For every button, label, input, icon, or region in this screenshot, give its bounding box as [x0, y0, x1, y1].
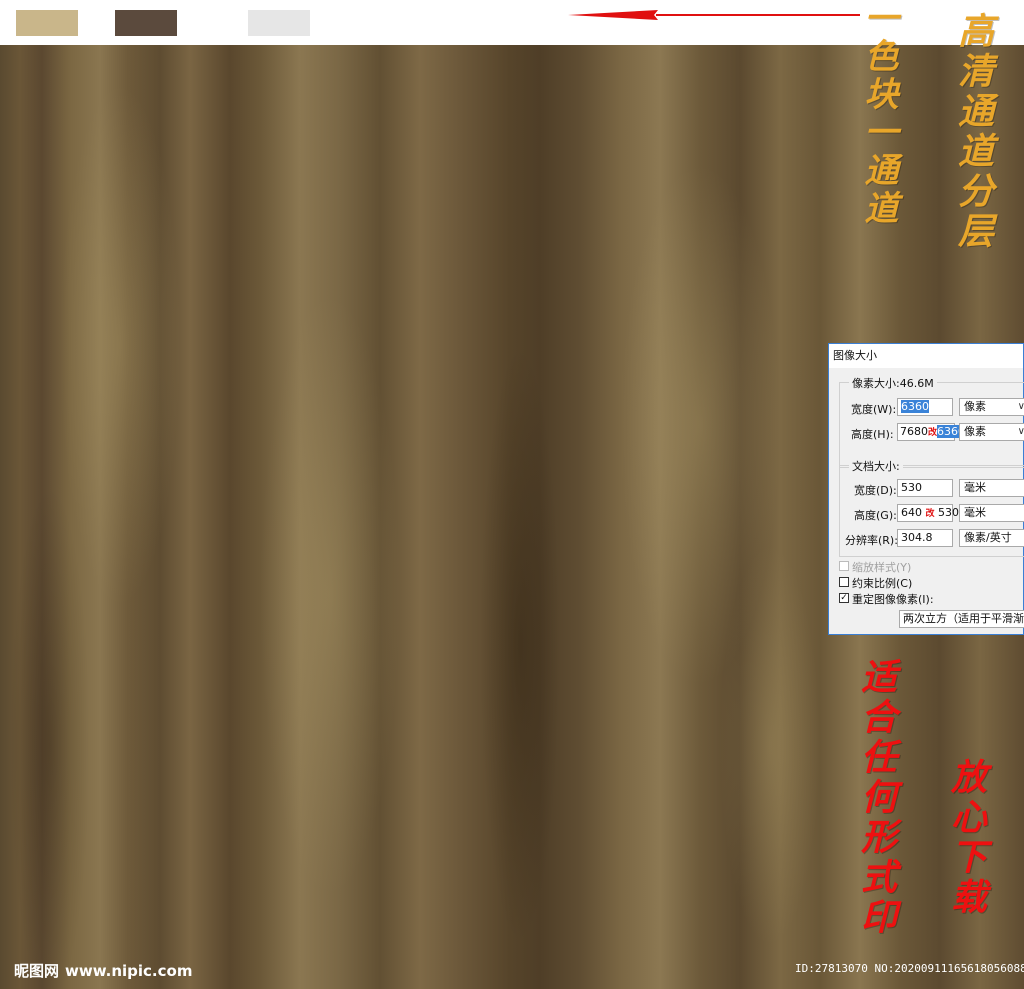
doc-height-old-value: 640: [901, 506, 922, 519]
width-unit-select[interactable]: 像素 ∨: [959, 398, 1024, 416]
caption-download: 放心下载: [945, 758, 987, 918]
site-url: www.nipic.com: [65, 962, 193, 980]
doc-height-new-value: 530: [938, 506, 960, 519]
doc-width-input[interactable]: 530: [897, 479, 953, 497]
height-label: 高度(H):: [851, 428, 894, 441]
resample-label: 重定图像像素(I):: [852, 593, 934, 606]
doc-width-unit-select[interactable]: 毫米: [959, 479, 1024, 497]
resolution-unit-value: 像素/英寸: [964, 531, 1012, 544]
nipic-logo: 昵图网 www.nipic.com: [14, 960, 192, 981]
image-size-dialog: 图像大小 像素大小:46.6M 宽度(W): 6360 像素 ∨ 高度(H): …: [828, 343, 1024, 635]
pixel-dimensions-label: 像素大小:46.6M: [849, 375, 937, 391]
doc-width-label: 宽度(D):: [854, 484, 897, 497]
height-unit-value: 像素: [964, 425, 986, 438]
height-unit-select[interactable]: 像素 ∨: [959, 423, 1024, 441]
caption-hd-layers: 高清通道分层: [952, 12, 994, 252]
chevron-down-icon: ∨: [1017, 401, 1024, 412]
resolution-input[interactable]: 304.8: [897, 529, 953, 547]
doc-height-change-mark: 改: [925, 509, 935, 519]
document-size-label: 文档大小:: [849, 458, 903, 474]
resample-checkbox[interactable]: ✓: [839, 593, 849, 603]
scale-styles-checkbox[interactable]: [839, 561, 849, 571]
width-value: 6360: [901, 400, 929, 413]
resample-method-select[interactable]: 两次立方（适用于平滑渐变: [899, 610, 1024, 628]
doc-height-input[interactable]: 640 改 530: [897, 504, 959, 522]
caption-swatch-channel: 一色块一通道: [858, 0, 898, 228]
resolution-value: 304.8: [901, 531, 933, 544]
constrain-proportions-checkbox[interactable]: [839, 577, 849, 587]
width-input[interactable]: 6360: [897, 398, 953, 416]
resolution-unit-select[interactable]: 像素/英寸: [959, 529, 1024, 547]
height-change-mark: 改: [928, 428, 938, 438]
scale-styles-label: 缩放样式(Y): [852, 561, 912, 574]
swatch-light-tan: [16, 10, 78, 36]
resample-method-value: 两次立方（适用于平滑渐变: [903, 612, 1024, 625]
height-old-value: 7680: [900, 425, 928, 438]
dialog-title: 图像大小: [829, 344, 1023, 368]
image-id-text: ID:27813070 NO:20200911165618056088: [795, 962, 1024, 975]
chevron-down-icon: ∨: [1017, 426, 1024, 437]
width-label: 宽度(W):: [851, 403, 897, 416]
resolution-label: 分辨率(R):: [845, 534, 898, 547]
width-unit-value: 像素: [964, 400, 986, 413]
doc-height-unit-value: 毫米: [964, 506, 986, 519]
red-arrow-icon: [568, 10, 860, 20]
doc-height-unit-select[interactable]: 毫米: [959, 504, 1024, 522]
doc-width-value: 530: [901, 481, 922, 494]
swatch-light-gray: [248, 10, 310, 36]
caption-print: 适合任何形式印: [855, 658, 897, 938]
doc-width-unit-value: 毫米: [964, 481, 986, 494]
constrain-proportions-label: 约束比例(C): [852, 577, 913, 590]
swatch-dark-brown: [115, 10, 177, 36]
site-name: 昵图网: [14, 962, 60, 980]
doc-height-label: 高度(G):: [854, 509, 897, 522]
height-input[interactable]: 7680改6360: [897, 423, 966, 441]
